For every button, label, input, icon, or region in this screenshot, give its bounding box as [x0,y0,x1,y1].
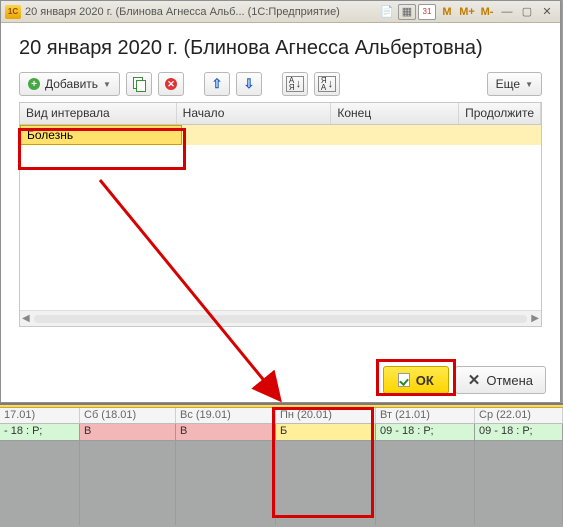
move-down-button[interactable]: ⇩ [236,72,262,96]
cancel-button[interactable]: ✕ Отмена [455,366,546,394]
horizontal-scrollbar[interactable]: ◀ ▶ [20,310,541,326]
timeline-head-cell[interactable]: 17.01) [0,408,80,423]
table-header: Вид интервала Начало Конец Продолжите [20,103,541,125]
titlebar: 1С 20 января 2020 г. (Блинова Агнесса Ал… [1,1,560,23]
col-end[interactable]: Конец [331,103,459,124]
cell-type[interactable]: Болезнь [20,125,182,145]
sort-asc-button[interactable]: АЯ↓ [282,72,308,96]
minimize-button[interactable]: — [498,4,516,20]
timeline-lower-cell [0,441,80,525]
interval-table: Вид интервала Начало Конец Продолжите Бо… [19,102,542,327]
timeline-lower-cell [376,441,475,525]
chevron-down-icon: ▼ [525,80,533,89]
timeline-head-cell[interactable]: Пн (20.01) [276,408,376,423]
memory-mminus-button[interactable]: M- [478,4,496,20]
maximize-button[interactable]: ▢ [518,4,536,20]
add-button[interactable]: + Добавить ▼ [19,72,120,96]
timeline-head-cell[interactable]: Вт (21.01) [376,408,475,423]
timeline-lower-cell [176,441,276,525]
copy-icon [133,77,145,91]
ok-button-label: ОК [416,373,434,388]
ok-icon [398,373,410,387]
cell-start[interactable] [182,125,342,145]
scroll-track[interactable] [34,315,528,323]
chevron-down-icon: ▼ [103,80,111,89]
timeline-head-cell[interactable]: Ср (22.01) [475,408,563,423]
timeline: 17.01) Сб (18.01) Вс (19.01) Пн (20.01) … [0,403,563,525]
delete-icon: ✕ [165,78,177,90]
sort-asc-icon: АЯ↓ [286,76,304,92]
grid-icon[interactable]: ▦ [398,4,416,20]
col-type[interactable]: Вид интервала [20,103,177,124]
memory-m-button[interactable]: M [438,4,456,20]
dialog-window: 1С 20 января 2020 г. (Блинова Агнесса Ал… [0,0,561,403]
cell-duration[interactable] [474,125,541,145]
move-up-button[interactable]: ⇧ [204,72,230,96]
timeline-cell[interactable]: В [176,424,276,440]
col-start[interactable]: Начало [177,103,332,124]
timeline-cell[interactable]: 09 - 18 : Р; [376,424,475,440]
timeline-cell[interactable]: 09 - 18 : Р; [475,424,563,440]
timeline-header: 17.01) Сб (18.01) Вс (19.01) Пн (20.01) … [0,408,563,424]
sort-desc-icon: ЯА↓ [318,76,336,92]
cancel-button-label: Отмена [486,373,533,388]
col-duration[interactable]: Продолжите [459,103,541,124]
delete-button[interactable]: ✕ [158,72,184,96]
toolbar: + Добавить ▼ ✕ ⇧ ⇩ АЯ↓ ЯА↓ Еще ▼ [1,70,560,102]
dialog-footer: ОК ✕ Отмена [383,366,546,394]
page-title: 20 января 2020 г. (Блинова Агнесса Альбе… [1,23,560,70]
scroll-left-icon[interactable]: ◀ [22,313,30,324]
sort-desc-button[interactable]: ЯА↓ [314,72,340,96]
timeline-head-cell[interactable]: Сб (18.01) [80,408,176,423]
timeline-row: - 18 : Р; В В Б 09 - 18 : Р; 09 - 18 : Р… [0,424,563,441]
timeline-lower-cell [276,441,376,525]
timeline-cell[interactable]: В [80,424,176,440]
timeline-cell[interactable]: Б [276,424,376,440]
calendar-icon[interactable]: 31 [418,4,436,20]
timeline-lower-cell [475,441,563,525]
scroll-right-icon[interactable]: ▶ [531,313,539,324]
timeline-head-cell[interactable]: Вс (19.01) [176,408,276,423]
timeline-cell[interactable]: - 18 : Р; [0,424,80,440]
plus-icon: + [28,78,40,90]
app-logo-icon: 1С [5,5,21,19]
close-button[interactable]: ✕ [538,4,556,20]
more-button[interactable]: Еще ▼ [487,72,542,96]
more-button-label: Еще [496,77,520,91]
arrow-up-icon: ⇧ [212,76,223,92]
ok-button[interactable]: ОК [383,366,449,394]
arrow-down-icon: ⇩ [244,76,255,92]
window-title: 20 января 2020 г. (Блинова Агнесса Альб.… [25,6,374,18]
memory-mplus-button[interactable]: M+ [458,4,476,20]
timeline-lower [0,441,563,525]
doc-icon[interactable]: 📄 [378,4,396,20]
close-icon: ✕ [468,373,481,388]
timeline-lower-cell [80,441,176,525]
copy-button[interactable] [126,72,152,96]
cell-end[interactable] [342,125,474,145]
table-row[interactable]: Болезнь [20,125,541,145]
add-button-label: Добавить [45,77,98,91]
